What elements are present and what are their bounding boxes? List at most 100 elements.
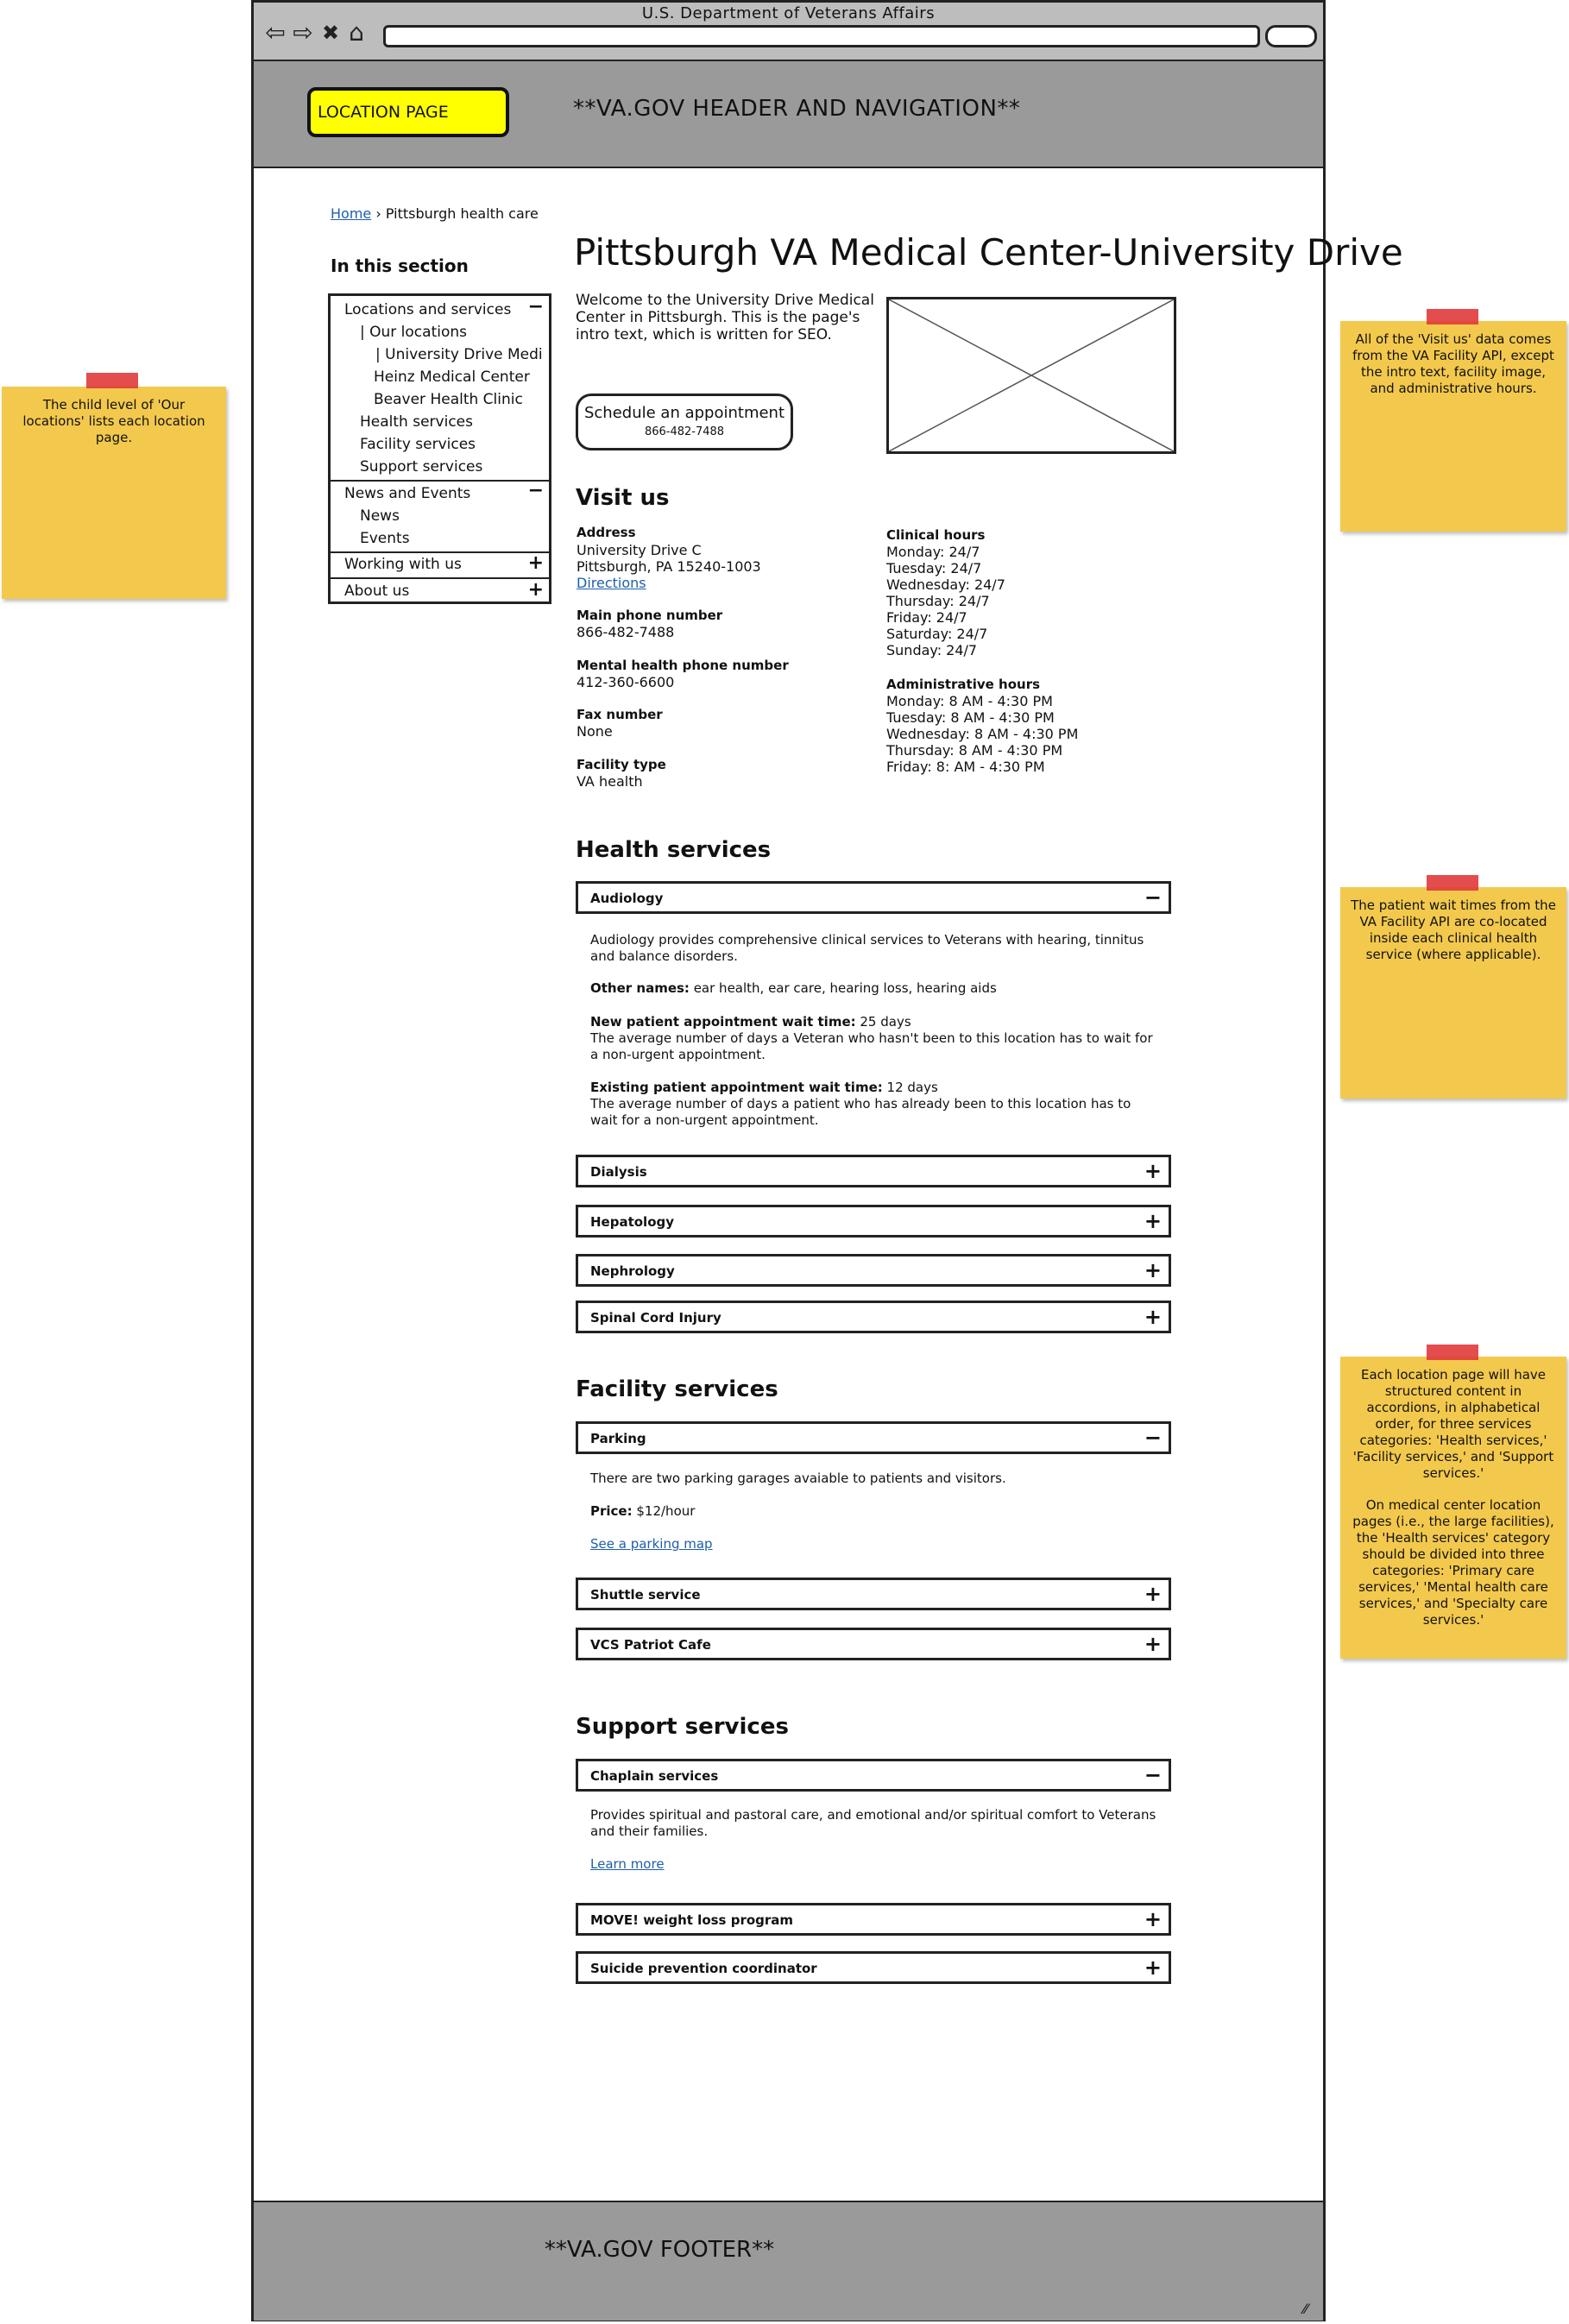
schedule-appointment-button[interactable]: Schedule an appointment 866-482-7488 xyxy=(576,394,793,450)
address-label: Address xyxy=(577,525,636,540)
accordion-nephrology[interactable]: Nephrology + xyxy=(576,1254,1171,1287)
chaplain-description: Provides spiritual and pastoral care, an… xyxy=(590,1807,1156,1839)
main-phone: 866-482-7488 xyxy=(577,624,675,640)
existing-wait-value: 12 days xyxy=(882,1080,938,1095)
accordion-dialysis[interactable]: Dialysis + xyxy=(576,1155,1171,1187)
tape-decoration xyxy=(86,373,138,388)
existing-wait-label: Existing patient appointment wait time: xyxy=(590,1080,883,1095)
expand-icon[interactable]: + xyxy=(1144,1209,1162,1233)
address-bar[interactable] xyxy=(383,25,1260,47)
learn-more-link[interactable]: Learn more xyxy=(590,1856,665,1873)
home-icon[interactable]: ⌂ xyxy=(343,20,369,46)
accordion-title: VCS Patriot Cafe xyxy=(590,1637,711,1653)
search-button[interactable] xyxy=(1265,25,1317,47)
accordion-title: Nephrology xyxy=(590,1263,675,1279)
forward-arrow-icon[interactable]: ⇨ xyxy=(290,20,316,46)
address-line2: Pittsburgh, PA 15240-1003 xyxy=(577,558,761,575)
sidebar-item-university-drive[interactable]: | University Drive Medi xyxy=(375,346,543,363)
clinical-hours-wed: Wednesday: 24/7 xyxy=(886,576,1005,593)
sidebar-divider xyxy=(331,551,549,553)
expand-icon[interactable]: + xyxy=(1144,1258,1162,1282)
site-header: LOCATION PAGE **VA.GOV HEADER AND NAVIGA… xyxy=(254,61,1323,168)
browser-titlebar: U.S. Department of Veterans Affairs ⇦ ⇨ … xyxy=(254,3,1323,61)
accordion-audiology[interactable]: Audiology − xyxy=(576,881,1171,914)
image-placeholder-icon xyxy=(888,299,1175,452)
accordion-move-weight-loss[interactable]: MOVE! weight loss program + xyxy=(576,1903,1171,1936)
collapse-icon[interactable]: − xyxy=(1144,1763,1162,1787)
admin-hours-fri: Friday: 8: AM - 4:30 PM xyxy=(886,759,1045,775)
sidebar-item-our-locations[interactable]: | Our locations xyxy=(360,324,467,341)
accordion-title: Shuttle service xyxy=(590,1587,701,1603)
expand-icon[interactable]: + xyxy=(1144,1305,1162,1329)
expand-icon[interactable]: + xyxy=(528,579,544,601)
clinical-hours-tue: Tuesday: 24/7 xyxy=(886,560,982,576)
resize-grip-icon[interactable]: ⁄⁄ xyxy=(1303,2301,1308,2317)
sidebar-item-news-and-events[interactable]: News and Events xyxy=(344,485,470,502)
expand-icon[interactable]: + xyxy=(528,552,544,574)
sticky-note-text: Each location page will have structured … xyxy=(1352,1367,1554,1481)
page-title: Pittsburgh VA Medical Center-University … xyxy=(574,231,1403,274)
fax-label: Fax number xyxy=(577,707,663,722)
sidebar-item-events[interactable]: Events xyxy=(360,530,410,547)
accordion-title: Spinal Cord Injury xyxy=(590,1310,721,1326)
clinical-hours-mon: Monday: 24/7 xyxy=(886,544,980,560)
sidebar-item-health-services[interactable]: Health services xyxy=(360,413,473,431)
expand-icon[interactable]: + xyxy=(1144,1956,1162,1980)
sidebar-item-about-us[interactable]: About us xyxy=(344,583,409,600)
sidebar-item-working-with-us[interactable]: Working with us xyxy=(344,556,462,573)
facility-type-label: Facility type xyxy=(577,757,666,772)
breadcrumb-home-link[interactable]: Home xyxy=(331,205,371,222)
accordion-title: Audiology xyxy=(590,891,664,906)
collapse-icon[interactable]: − xyxy=(528,296,544,318)
accordion-parking[interactable]: Parking − xyxy=(576,1421,1171,1454)
sidebar-item-beaver-health-clinic[interactable]: Beaver Health Clinic xyxy=(374,391,523,408)
new-wait-value: 25 days xyxy=(855,1014,911,1030)
footer-placeholder: **VA.GOV FOOTER** xyxy=(544,2237,775,2263)
clinical-hours-thu: Thursday: 24/7 xyxy=(886,593,990,609)
back-arrow-icon[interactable]: ⇦ xyxy=(262,20,288,46)
intro-text: Welcome to the University Drive Medical … xyxy=(576,292,874,343)
accordion-suicide-prevention[interactable]: Suicide prevention coordinator + xyxy=(576,1951,1171,1984)
close-icon[interactable]: ✖ xyxy=(318,20,343,46)
sidebar-item-facility-services[interactable]: Facility services xyxy=(360,436,476,453)
expand-icon[interactable]: + xyxy=(1144,1907,1162,1931)
accordion-chaplain-services[interactable]: Chaplain services − xyxy=(576,1759,1171,1792)
breadcrumb: Home › Pittsburgh health care xyxy=(331,205,539,222)
sticky-note-left: The child level of 'Our locations' lists… xyxy=(2,373,226,599)
sidebar-divider xyxy=(331,577,549,579)
new-patient-wait: New patient appointment wait time: 25 da… xyxy=(590,1014,1160,1030)
parking-map-link[interactable]: See a parking map xyxy=(590,1536,713,1552)
sidebar-nav: Locations and services − | Our locations… xyxy=(328,293,551,604)
accordion-title: Parking xyxy=(590,1431,646,1446)
accordion-spinal-cord-injury[interactable]: Spinal Cord Injury + xyxy=(576,1301,1171,1333)
facility-type-value: VA health xyxy=(577,773,643,790)
existing-wait-description: The average number of days a patient who… xyxy=(590,1096,1131,1128)
other-names: Other names: ear health, ear care, heari… xyxy=(590,980,1160,997)
tape-decoration xyxy=(1427,309,1478,324)
other-names-label: Other names: xyxy=(590,980,690,996)
sidebar-item-support-services[interactable]: Support services xyxy=(360,458,482,476)
directions-link[interactable]: Directions xyxy=(577,575,646,591)
expand-icon[interactable]: + xyxy=(1144,1159,1162,1183)
clinical-hours-sat: Saturday: 24/7 xyxy=(886,626,988,642)
accordion-vcs-patriot-cafe[interactable]: VCS Patriot Cafe + xyxy=(576,1628,1171,1660)
address-line1: University Drive C xyxy=(577,542,702,558)
collapse-icon[interactable]: − xyxy=(1144,885,1162,910)
chevron-right-icon: › xyxy=(375,205,381,222)
window-title: U.S. Department of Veterans Affairs xyxy=(641,4,936,22)
sticky-note-right-1: All of the 'Visit us' data comes from th… xyxy=(1340,309,1566,532)
sidebar-item-heinz-medical-center[interactable]: Heinz Medical Center xyxy=(374,368,530,386)
collapse-icon[interactable]: − xyxy=(1144,1426,1162,1450)
accordion-hepatology[interactable]: Hepatology + xyxy=(576,1205,1171,1238)
accordion-title: MOVE! weight loss program xyxy=(590,1912,794,1928)
expand-icon[interactable]: + xyxy=(1144,1582,1162,1606)
schedule-button-phone: 866-482-7488 xyxy=(644,425,725,438)
sticky-note-text: The child level of 'Our locations' lists… xyxy=(22,397,205,445)
collapse-icon[interactable]: − xyxy=(528,480,544,501)
clinical-hours-label: Clinical hours xyxy=(886,527,986,543)
sidebar-item-news[interactable]: News xyxy=(360,507,400,525)
visit-us-heading: Visit us xyxy=(576,485,670,511)
sidebar-item-locations-and-services[interactable]: Locations and services xyxy=(344,301,511,318)
expand-icon[interactable]: + xyxy=(1144,1632,1162,1656)
accordion-shuttle-service[interactable]: Shuttle service + xyxy=(576,1578,1171,1610)
